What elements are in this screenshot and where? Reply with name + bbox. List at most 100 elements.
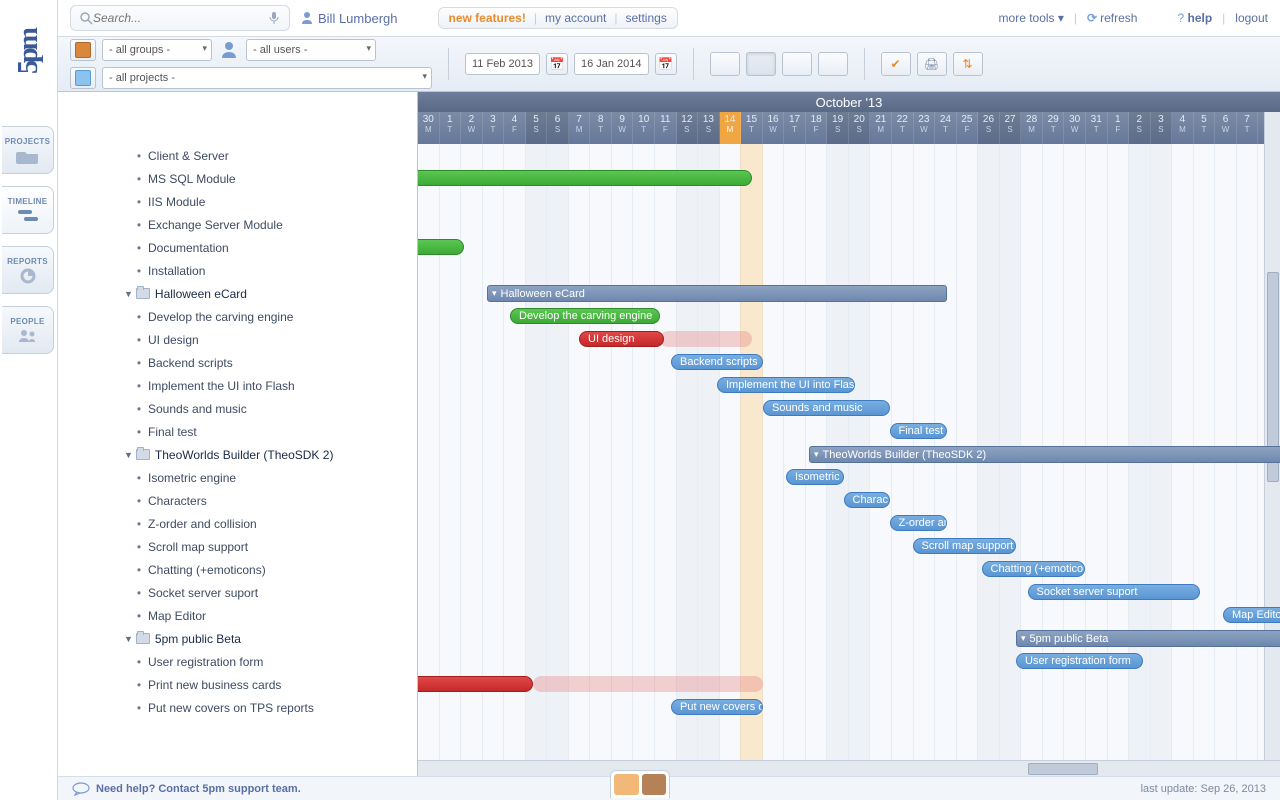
gantt-bar[interactable]: Socket server suport	[1028, 584, 1201, 600]
day-cell[interactable]: 2S	[1129, 112, 1151, 144]
task-row[interactable]: •Exchange Server Module	[58, 213, 417, 236]
gantt-bar[interactable]: Charac	[844, 492, 890, 508]
gantt-bar[interactable]: Scroll map support	[913, 538, 1017, 554]
day-cell[interactable]: 3T	[483, 112, 505, 144]
task-row[interactable]: •Z-order and collision	[58, 512, 417, 535]
task-row[interactable]: •IIS Module	[58, 190, 417, 213]
gantt-bar[interactable]: TheoWorlds Builder (TheoSDK 2)	[809, 446, 1280, 463]
support-link[interactable]: Need help? Contact 5pm support team.	[96, 783, 301, 795]
day-cell[interactable]: 25F	[957, 112, 979, 144]
gantt-bar[interactable]: business cards	[418, 676, 533, 692]
print-btn[interactable]: 🖨	[917, 52, 947, 76]
day-cell[interactable]: 30M	[418, 112, 440, 144]
task-row[interactable]: •Print new business cards	[58, 673, 417, 696]
gantt-bar[interactable]: Z-order an	[890, 515, 948, 531]
day-cell[interactable]: 6W	[1215, 112, 1237, 144]
task-row[interactable]: •Final test	[58, 420, 417, 443]
task-row[interactable]: •Scroll map support	[58, 535, 417, 558]
day-cell[interactable]: 10T	[633, 112, 655, 144]
task-row[interactable]: •MS SQL Module	[58, 167, 417, 190]
day-cell[interactable]: 14M	[720, 112, 742, 144]
search-box[interactable]	[70, 5, 290, 31]
settings-link[interactable]: settings	[625, 11, 666, 25]
project-row[interactable]: ▼5pm public Beta	[58, 627, 417, 650]
day-cell[interactable]: 7T	[1237, 112, 1259, 144]
project-row[interactable]: ▼Halloween eCard	[58, 282, 417, 305]
day-cell[interactable]: 30W	[1064, 112, 1086, 144]
day-cell[interactable]: 6S	[547, 112, 569, 144]
view-day[interactable]	[710, 52, 740, 76]
task-row[interactable]: •User registration form	[58, 650, 417, 673]
day-cell[interactable]: 1F	[1108, 112, 1130, 144]
new-features-link[interactable]: new features!	[449, 11, 526, 25]
day-cell[interactable]: 13S	[698, 112, 720, 144]
gantt-bar[interactable]: Halloween eCard	[487, 285, 947, 302]
day-cell[interactable]: 4F	[504, 112, 526, 144]
task-row[interactable]: •UI design	[58, 328, 417, 351]
more-tools-link[interactable]: more tools ▾	[999, 11, 1064, 25]
day-cell[interactable]: 5S	[526, 112, 548, 144]
help-link[interactable]: ? help	[1177, 11, 1212, 25]
day-cell[interactable]: 23W	[914, 112, 936, 144]
day-cell[interactable]: 2W	[461, 112, 483, 144]
day-cell[interactable]: 17T	[784, 112, 806, 144]
task-row[interactable]: •Develop the carving engine	[58, 305, 417, 328]
task-row[interactable]: •Client & Server	[58, 144, 417, 167]
gantt-bar[interactable]: Final test	[890, 423, 948, 439]
project-row[interactable]: ▼TheoWorlds Builder (TheoSDK 2)	[58, 443, 417, 466]
export-btn[interactable]: ⇅	[953, 52, 983, 76]
logout-link[interactable]: logout	[1235, 11, 1268, 25]
gantt-bar[interactable]	[418, 170, 752, 186]
day-cell[interactable]: 7M	[569, 112, 591, 144]
day-cell[interactable]: 19S	[827, 112, 849, 144]
task-row[interactable]: •Chatting (+emoticons)	[58, 558, 417, 581]
day-cell[interactable]: 31T	[1086, 112, 1108, 144]
gantt-bar[interactable]: Implement the UI into Flash	[717, 377, 855, 393]
day-cell[interactable]: 29T	[1043, 112, 1065, 144]
day-cell[interactable]: 20S	[849, 112, 871, 144]
task-row[interactable]: •Put new covers on TPS reports	[58, 696, 417, 719]
refresh-link[interactable]: ⟳refresh	[1087, 11, 1137, 25]
h-scrollbar[interactable]	[418, 760, 1280, 776]
gantt-bar[interactable]: Sounds and music	[763, 400, 890, 416]
projects-icon[interactable]	[70, 67, 96, 89]
rail-reports[interactable]: REPORTS	[2, 246, 54, 294]
day-cell[interactable]: 21M	[870, 112, 892, 144]
date-to[interactable]: 16 Jan 2014	[574, 53, 649, 75]
users-icon[interactable]	[218, 39, 240, 61]
mic-icon[interactable]	[267, 11, 281, 25]
day-cell[interactable]: 11F	[655, 112, 677, 144]
filter-btn[interactable]: ✔	[881, 52, 911, 76]
task-row[interactable]: •Sounds and music	[58, 397, 417, 420]
gantt-bar[interactable]: Backend scripts	[671, 354, 763, 370]
task-row[interactable]: •Socket server suport	[58, 581, 417, 604]
day-cell[interactable]: 4M	[1172, 112, 1194, 144]
day-cell[interactable]: 9W	[612, 112, 634, 144]
task-row[interactable]: •Backend scripts	[58, 351, 417, 374]
day-cell[interactable]: 5T	[1194, 112, 1216, 144]
task-row[interactable]: •Map Editor	[58, 604, 417, 627]
groups-select[interactable]: - all groups -	[102, 39, 212, 61]
gantt-bar[interactable]: UI design	[579, 331, 664, 347]
rail-people[interactable]: PEOPLE	[2, 306, 54, 354]
cal-from-icon[interactable]: 📅	[546, 53, 568, 75]
cal-to-icon[interactable]: 📅	[655, 53, 677, 75]
day-cell[interactable]: 15T	[741, 112, 763, 144]
gantt-bar[interactable]	[418, 239, 464, 255]
task-row[interactable]: •Implement the UI into Flash	[58, 374, 417, 397]
day-cell[interactable]: 18F	[806, 112, 828, 144]
day-cell[interactable]: 24T	[935, 112, 957, 144]
gantt-bar[interactable]: Map Editor	[1223, 607, 1280, 623]
task-row[interactable]: •Characters	[58, 489, 417, 512]
view-week[interactable]	[746, 52, 776, 76]
gantt-bar[interactable]: 5pm public Beta	[1016, 630, 1280, 647]
search-input[interactable]	[93, 11, 267, 25]
users-select[interactable]: - all users -	[246, 39, 376, 61]
user-link[interactable]: Bill Lumbergh	[300, 11, 398, 26]
day-cell[interactable]: 3S	[1151, 112, 1173, 144]
day-cell[interactable]: 27S	[1000, 112, 1022, 144]
view-month[interactable]	[782, 52, 812, 76]
my-account-link[interactable]: my account	[545, 11, 606, 25]
day-cell[interactable]: 1T	[440, 112, 462, 144]
task-row[interactable]: •Isometric engine	[58, 466, 417, 489]
